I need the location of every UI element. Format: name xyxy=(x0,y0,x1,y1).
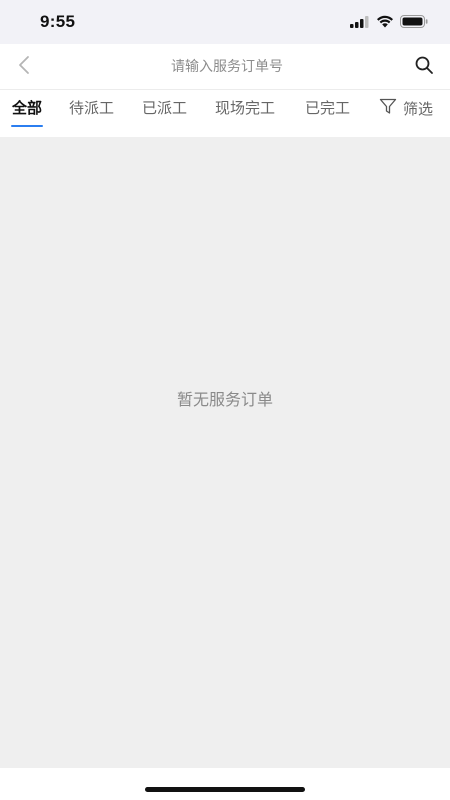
active-tab-indicator xyxy=(11,125,43,127)
search-icon xyxy=(414,55,434,79)
status-time: 9:55 xyxy=(40,12,76,31)
filter-icon xyxy=(379,97,397,119)
empty-state-message: 暂无服务订单 xyxy=(176,390,273,409)
back-button[interactable] xyxy=(10,54,38,80)
status-tabs: 全部 待派工 已派工 现场完工 已完工 筛选 xyxy=(0,90,450,137)
tab-pending-dispatch[interactable]: 待派工 xyxy=(69,90,114,137)
battery-icon xyxy=(400,13,428,32)
tab-onsite-completed[interactable]: 现场完工 xyxy=(215,90,275,137)
filter-label: 筛选 xyxy=(403,99,434,118)
search-header xyxy=(0,44,450,90)
tab-completed[interactable]: 已完工 xyxy=(305,90,350,137)
bottom-bar xyxy=(0,768,450,800)
signal-icon xyxy=(350,13,370,32)
search-input[interactable] xyxy=(80,52,374,82)
filter-button[interactable]: 筛选 xyxy=(379,90,433,126)
status-bar: 9:55 xyxy=(0,0,450,44)
wifi-icon xyxy=(376,13,394,32)
status-icons xyxy=(350,13,428,32)
search-button[interactable] xyxy=(412,55,436,79)
home-indicator xyxy=(145,787,305,792)
tab-label: 全部 xyxy=(12,99,43,117)
tab-label: 已派工 xyxy=(142,99,188,117)
tab-dispatched[interactable]: 已派工 xyxy=(142,90,187,137)
tab-label: 已完工 xyxy=(305,99,351,117)
app-screen: 9:55 请输入服务订单号 全部 待派工 已派工 现场完工 已完工 筛选 暂无服… xyxy=(0,0,450,800)
order-list: 暂无服务订单 xyxy=(0,137,450,768)
tab-all[interactable]: 全部 xyxy=(11,90,43,137)
chevron-left-icon xyxy=(18,55,30,79)
tab-label: 现场完工 xyxy=(215,99,276,117)
tab-label: 待派工 xyxy=(69,99,115,117)
